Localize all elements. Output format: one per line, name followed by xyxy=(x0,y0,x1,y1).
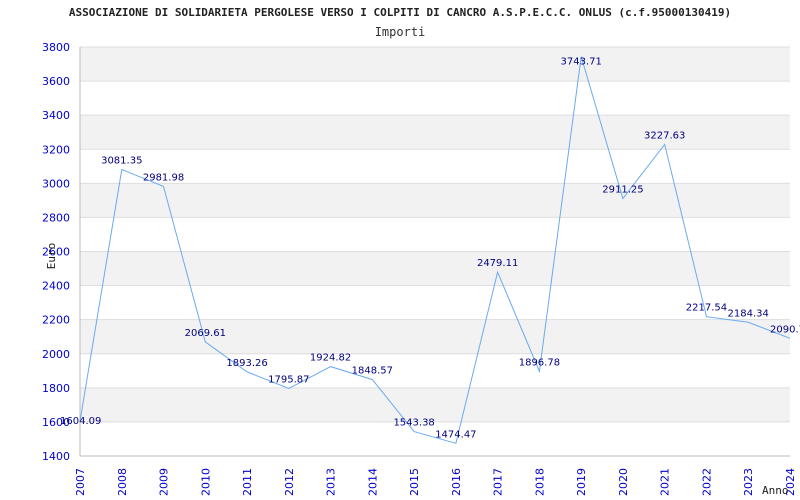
x-tick-label: 2023 xyxy=(742,468,755,496)
x-tick-label: 2010 xyxy=(199,468,212,496)
data-label: 2184.34 xyxy=(728,308,769,319)
grid-bands xyxy=(80,47,790,422)
y-tick-label: 1400 xyxy=(42,450,70,463)
x-tick-label: 2009 xyxy=(158,468,171,496)
data-label: 1474.47 xyxy=(435,429,476,440)
data-label: 1543.38 xyxy=(393,418,434,429)
grid-band xyxy=(80,251,790,286)
y-tick-label: 2200 xyxy=(42,314,70,327)
data-label: 1848.57 xyxy=(352,366,393,377)
x-tick-label: 2008 xyxy=(116,468,129,496)
x-tick-label: 2018 xyxy=(533,468,546,496)
x-tick-label: 2016 xyxy=(450,468,463,496)
grid-band xyxy=(80,183,790,218)
y-tick-label: 3800 xyxy=(42,41,70,54)
data-label: 1896.78 xyxy=(519,357,560,368)
grid-band xyxy=(80,47,790,82)
x-axis-label: Anno xyxy=(762,484,789,497)
y-tick-label: 3000 xyxy=(42,177,70,190)
y-tick-label: 3400 xyxy=(42,109,70,122)
data-label: 2217.54 xyxy=(686,303,727,314)
y-tick-label: 2400 xyxy=(42,280,70,293)
data-label: 2911.25 xyxy=(602,184,643,195)
x-tick-label: 2014 xyxy=(366,468,379,496)
x-tick-label: 2020 xyxy=(617,468,630,496)
x-tick-label: 2019 xyxy=(575,468,588,496)
data-label: 2090.7 xyxy=(770,324,800,335)
x-tick-label: 2017 xyxy=(492,468,505,496)
data-label: 2069.61 xyxy=(185,328,226,339)
x-tick-label: 2012 xyxy=(283,468,296,496)
data-label: 2479.11 xyxy=(477,258,518,269)
y-tick-label: 1800 xyxy=(42,382,70,395)
x-tick-label: 2015 xyxy=(408,468,421,496)
data-label: 3743.71 xyxy=(560,57,601,68)
data-label: 2981.98 xyxy=(143,172,184,183)
x-tick-label: 2007 xyxy=(74,468,87,496)
x-tick-label: 2011 xyxy=(241,468,254,496)
data-label: 3227.63 xyxy=(644,131,685,142)
y-tick-label: 2000 xyxy=(42,348,70,361)
y-tick-label: 3600 xyxy=(42,75,70,88)
x-tick-label: 2022 xyxy=(700,468,713,496)
data-label: 1893.26 xyxy=(226,358,267,369)
y-tick-label: 2800 xyxy=(42,211,70,224)
x-axis-ticks: 2007 2008 2009 2010 2011 2012 2013 2014 2015 2016… xyxy=(74,468,797,496)
data-label: 1924.82 xyxy=(310,353,351,364)
x-tick-label: 2021 xyxy=(659,468,672,496)
y-axis-label: Euro xyxy=(45,243,58,270)
data-labels: 1604.09 3081.352981.98 2069.61 1893.261795.… xyxy=(60,57,800,441)
y-tick-label: 3200 xyxy=(42,143,70,156)
data-label: 1604.09 xyxy=(60,416,101,427)
series-line-group xyxy=(79,56,791,444)
series-line xyxy=(79,56,791,444)
x-tick-label: 2013 xyxy=(325,468,338,496)
data-label: 3081.35 xyxy=(101,155,142,166)
line-chart: 1400160018002000220024002600280030003200… xyxy=(42,41,800,497)
grid-band xyxy=(80,387,790,422)
data-label: 1795.87 xyxy=(268,375,309,386)
